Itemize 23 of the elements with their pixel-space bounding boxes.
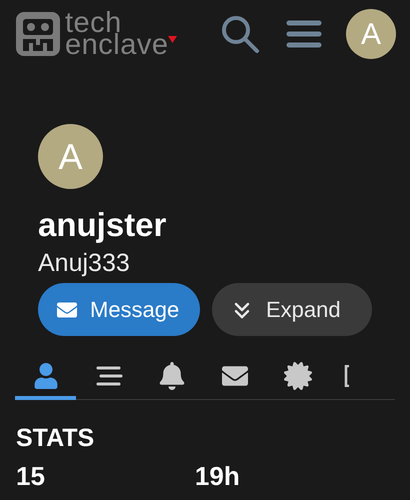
user-title: Anuj333	[38, 248, 131, 279]
stat-value: 19h	[194, 462, 240, 490]
bell-icon	[158, 362, 184, 390]
logo-text: tech	[65, 12, 122, 34]
stat-value: 15	[16, 462, 45, 490]
envelope-icon	[56, 300, 78, 320]
expand-button[interactable]: Expand	[212, 283, 372, 336]
menu-icon	[286, 19, 322, 49]
search-button[interactable]	[220, 14, 260, 54]
bracket-icon	[344, 365, 350, 387]
user-avatar[interactable]: A	[346, 9, 396, 59]
username: anujster	[38, 205, 168, 245]
message-button[interactable]: Message	[38, 283, 200, 336]
stats-heading: STATS	[15, 423, 96, 454]
robot-logo-icon	[15, 11, 61, 57]
triangle-icon	[168, 36, 177, 43]
search-icon	[220, 14, 260, 54]
lines-icon	[94, 365, 122, 387]
menu-button[interactable]	[286, 19, 322, 49]
profile-avatar: A	[38, 124, 103, 189]
logo-text: enclave	[65, 34, 168, 56]
badge-icon	[284, 362, 312, 390]
user-icon	[32, 363, 58, 389]
